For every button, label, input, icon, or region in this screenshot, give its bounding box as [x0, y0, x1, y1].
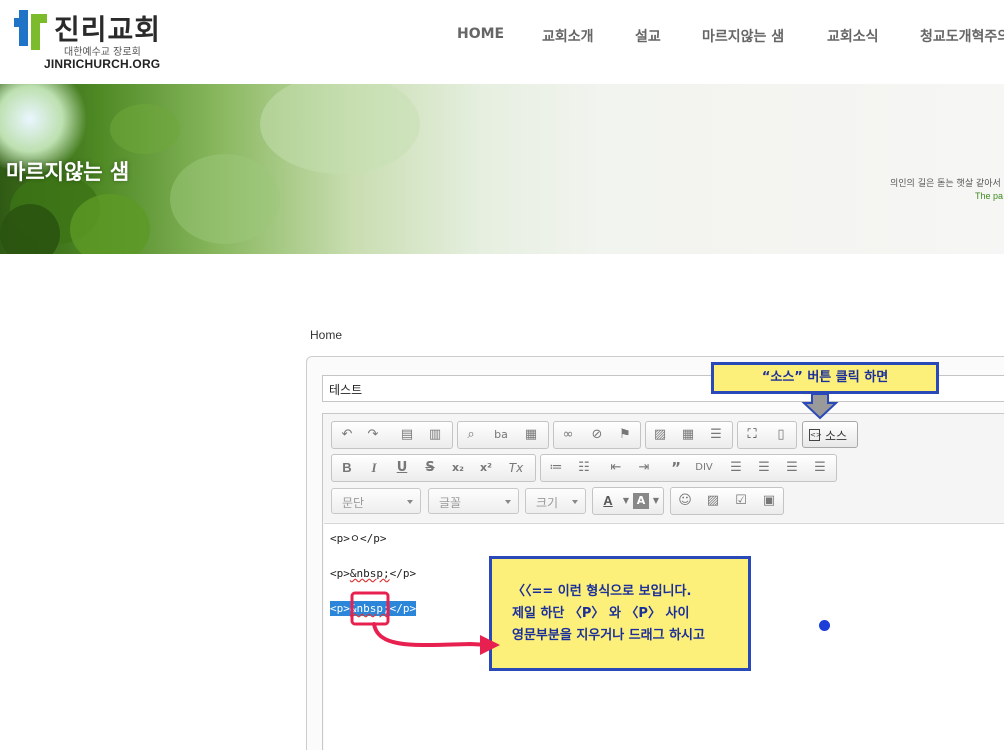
background-color-icon[interactable]: A — [633, 493, 649, 509]
site-header: 진리교회 대한예수교 장로회 JINRICHURCH.ORG HOME 교회소개… — [0, 0, 1004, 84]
blockquote-icon[interactable]: ” — [665, 458, 687, 478]
checkbox-icon[interactable]: ☑ — [730, 491, 752, 511]
format-combo-label: 문단 — [342, 496, 365, 510]
image-icon[interactable]: ▨ — [649, 425, 671, 445]
bulleted-list-icon[interactable]: ☷ — [573, 458, 595, 478]
size-combo-label: 크기 — [536, 496, 559, 510]
redo-icon[interactable]: ↷ — [362, 425, 384, 445]
underline-icon[interactable]: U — [391, 458, 413, 478]
select-all-icon[interactable]: ▦ — [520, 425, 542, 445]
chevron-down-icon — [505, 500, 511, 504]
source-button[interactable]: <> 소스 — [802, 421, 858, 448]
nav-item-sermon[interactable]: 설교 — [635, 26, 661, 46]
toolbar-group-clipboard: ↶ ↷ ▤ ▥ — [331, 421, 453, 449]
annotation-source-hint: “소스” 버튼 클릭 하면 — [711, 362, 939, 394]
anchor-icon[interactable]: ⚑ — [614, 425, 636, 445]
undo-icon[interactable]: ↶ — [336, 425, 358, 445]
banner-quote-english: The pa — [975, 191, 1004, 201]
banner-leaf — [170, 154, 280, 244]
toolbar-group-find: ⌕ ba ▦ — [457, 421, 549, 449]
annotation-instructions: 〈〈== 이런 형식으로 보입니다. 제일 하단 〈P〉 와 〈P〉 사이 영문… — [489, 556, 751, 671]
nav-item-church-intro[interactable]: 교회소개 — [542, 26, 594, 46]
font-combo-label: 글꼴 — [439, 496, 462, 510]
page-banner: 마르지않는 샘 의인의 길은 돋는 햇살 같아서 The pa — [0, 84, 1004, 254]
paste-text-icon[interactable]: ▤ — [396, 425, 418, 445]
annotation-dot — [819, 620, 830, 631]
link-icon[interactable]: ∞ — [557, 425, 579, 445]
superscript-icon[interactable]: x² — [475, 458, 497, 478]
chevron-down-icon — [572, 500, 578, 504]
strike-icon[interactable]: S — [419, 458, 441, 478]
source-line-3-suffix: </p> — [389, 602, 417, 615]
toolbar-group-basic-styles: B I U S x₂ x² Tx — [331, 454, 536, 482]
logo-name-english: JINRICHURCH.ORG — [44, 57, 161, 71]
indent-icon[interactable]: ⇥ — [633, 458, 655, 478]
size-combo[interactable]: 크기 — [525, 488, 586, 514]
numbered-list-icon[interactable]: ≔ — [545, 458, 567, 478]
source-line-1: <p>ㅇ</p> — [330, 532, 387, 545]
align-right-icon[interactable]: ☰ — [781, 458, 803, 478]
annotation-line-2: 제일 하단 〈P〉 와 〈P〉 사이 — [512, 606, 690, 621]
source-line-3-entity: &nbsp; — [349, 602, 390, 615]
image-button-icon[interactable]: ▣ — [758, 491, 780, 511]
subscript-icon[interactable]: x₂ — [447, 458, 469, 478]
nav-item-church-news[interactable]: 교회소식 — [827, 26, 879, 46]
banner-leaf — [70, 194, 150, 254]
italic-icon[interactable]: I — [363, 458, 385, 478]
justify-icon[interactable]: ☰ — [809, 458, 831, 478]
align-center-icon[interactable]: ☰ — [753, 458, 775, 478]
nav-item-puritan-reformed[interactable]: 청교도개혁주의 — [920, 26, 1004, 46]
source-line-2-prefix: <p> — [330, 567, 350, 580]
chevron-down-icon — [407, 500, 413, 504]
table-icon[interactable]: ▦ — [677, 425, 699, 445]
unlink-icon[interactable]: ⊘ — [586, 425, 608, 445]
toolbar-group-links: ∞ ⊘ ⚑ — [553, 421, 641, 449]
source-line-3-selected[interactable]: <p>&nbsp;</p> — [330, 601, 417, 616]
annotation-line-1: 〈〈== 이런 형식으로 보입니다. — [512, 584, 692, 599]
find-icon[interactable]: ⌕ — [460, 425, 482, 445]
toolbar-group-view: ⛶ ▯ — [737, 421, 797, 449]
format-combo[interactable]: 문단 — [331, 488, 421, 514]
maximize-icon[interactable]: ⛶ — [741, 425, 763, 445]
source-line-3-prefix: <p> — [330, 602, 350, 615]
toolbar-group-paragraph: ≔ ☷ ⇤ ⇥ ” DIV ☰ ☰ ☰ ☰ — [540, 454, 837, 482]
banner-quote-korean: 의인의 길은 돋는 햇살 같아서 — [890, 179, 1001, 189]
banner-leaf — [110, 104, 180, 154]
bold-icon[interactable]: B — [336, 458, 358, 478]
toolbar-group-colors: A ▼ A ▼ — [592, 487, 664, 515]
image-icon[interactable]: ▨ — [702, 491, 724, 511]
main-nav: HOME 교회소개 설교 마르지않는 샘 교회소식 청교도개혁주의 — [0, 26, 1004, 46]
banner-title: 마르지않는 샘 — [6, 160, 130, 184]
source-icon: <> — [809, 429, 822, 441]
breadcrumb[interactable]: Home — [310, 328, 342, 342]
paste-word-icon[interactable]: ▥ — [424, 425, 446, 445]
annotation-line-3: 영문부분을 지우거나 드래그 하시고 — [512, 628, 705, 643]
chevron-down-icon[interactable]: ▼ — [649, 491, 663, 511]
toolbar-group-insert: ▨ ▦ ☰ — [645, 421, 733, 449]
show-blocks-icon[interactable]: ▯ — [770, 425, 792, 445]
source-line-2-suffix: </p> — [389, 567, 417, 580]
nav-item-home[interactable]: HOME — [457, 26, 504, 42]
replace-icon[interactable]: ba — [490, 425, 512, 445]
nav-item-fountain[interactable]: 마르지않는 샘 — [702, 26, 784, 46]
align-left-icon[interactable]: ☰ — [725, 458, 747, 478]
banner-leaf — [260, 84, 420, 174]
source-button-label: 소스 — [825, 429, 848, 443]
source-line-2-entity: &nbsp; — [349, 567, 390, 580]
outdent-icon[interactable]: ⇤ — [605, 458, 627, 478]
source-line-2: <p>&nbsp;</p> — [330, 567, 416, 580]
horizontal-rule-icon[interactable]: ☰ — [705, 425, 727, 445]
smiley-icon[interactable]: ☺ — [674, 491, 696, 511]
font-combo[interactable]: 글꼴 — [428, 488, 519, 514]
toolbar-group-extras: ☺ ▨ ☑ ▣ — [670, 487, 784, 515]
create-div-icon[interactable]: DIV — [693, 458, 715, 478]
remove-format-icon[interactable]: Tx — [505, 458, 527, 478]
